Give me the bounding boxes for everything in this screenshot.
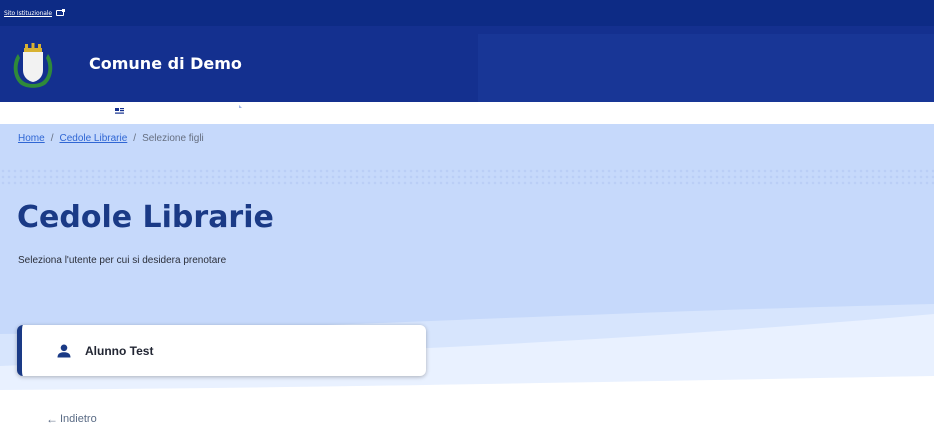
institutional-site-link[interactable]: Sito Istituzionale — [4, 10, 52, 17]
dotted-pattern — [0, 168, 934, 186]
hero-section: Home / Cedole Librarie / Selezione figli Ced… — [0, 124, 934, 425]
page-subtitle: Seleziona l'utente per cui si desidera p… — [18, 255, 227, 266]
page: Sito Istituzionale Comune di Demo Notizi… — [0, 0, 934, 425]
header-background-block — [478, 34, 934, 102]
site-header: Comune di Demo — [0, 26, 934, 102]
page-title: Cedole Librarie — [17, 200, 274, 235]
external-link-icon — [56, 9, 66, 16]
nav-item-label: Documenti — [249, 103, 320, 118]
newspaper-icon — [113, 105, 126, 116]
nav-item-label: Notizie — [133, 103, 178, 118]
nav-item-notizie[interactable]: Notizie — [112, 103, 178, 118]
home-icon[interactable] — [0, 105, 12, 117]
document-icon — [233, 105, 242, 116]
slim-header: Sito Istituzionale — [0, 0, 934, 26]
arrow-left-icon: ← — [46, 412, 58, 425]
back-link-label: Indietro — [60, 413, 97, 425]
breadcrumb-current: Selezione figli — [142, 133, 204, 144]
breadcrumb-separator: / — [133, 133, 137, 144]
nav-item-documenti[interactable]: Documenti — [232, 103, 320, 118]
users-icon — [390, 105, 408, 116]
breadcrumb-separator: / — [50, 133, 54, 144]
user-icon — [57, 344, 71, 357]
site-title[interactable]: Comune di Demo — [89, 54, 242, 73]
breadcrumb: Home / Cedole Librarie / Selezione figli — [18, 133, 204, 144]
child-card-alunno-test[interactable]: Alunno Test — [17, 325, 426, 376]
main-navigation: Notizie Documenti Utenti — [0, 102, 478, 124]
back-link[interactable]: ← Indietro — [46, 412, 97, 425]
nav-item-utenti[interactable]: Utenti — [390, 103, 454, 118]
child-name: Alunno Test — [85, 343, 154, 358]
breadcrumb-home-link[interactable]: Home — [18, 133, 45, 144]
breadcrumb-cedole-link[interactable]: Cedole Librarie — [59, 133, 127, 144]
nav-item-label: Utenti — [414, 103, 454, 118]
municipal-crest-icon — [13, 43, 53, 88]
